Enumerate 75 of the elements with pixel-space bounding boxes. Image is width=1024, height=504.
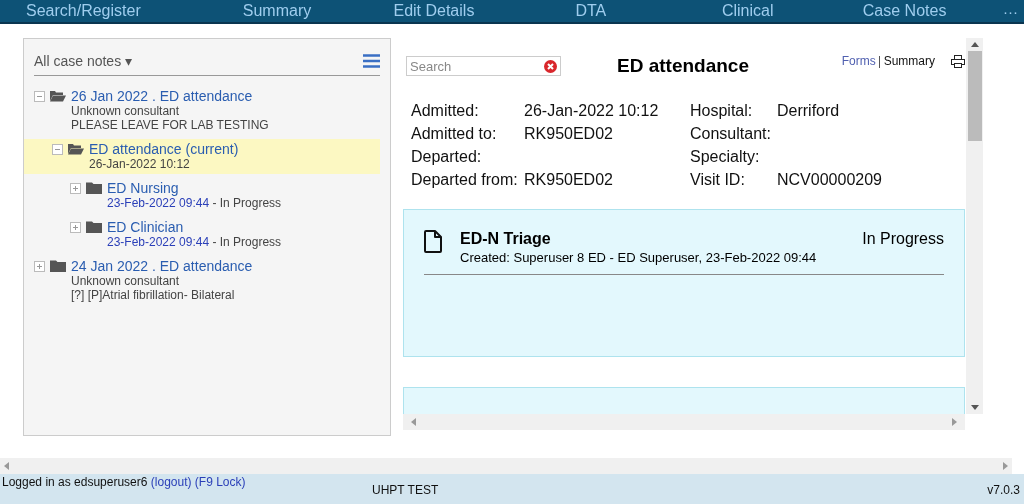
scroll-right-icon[interactable] bbox=[1003, 462, 1008, 470]
version-label: v7.0.3 bbox=[987, 484, 1020, 497]
tree-node[interactable]: ED Clinician 23-Feb-2022 09:44 - In Progress bbox=[70, 217, 380, 252]
filter-dropdown[interactable]: All case notes ▾ bbox=[34, 53, 133, 69]
tree-node[interactable]: ED Nursing 23-Feb-2022 09:44 - In Progress bbox=[70, 178, 380, 213]
environment-label: UHPT TEST bbox=[372, 484, 439, 497]
form-title: ED-N Triage bbox=[460, 230, 552, 248]
view-link[interactable]: Forms bbox=[841, 54, 876, 68]
field-label: Departed from: bbox=[411, 171, 519, 189]
nav-link[interactable]: Clinical bbox=[669, 2, 827, 20]
field-value: Derriford bbox=[777, 102, 841, 120]
form-status: In Progress bbox=[862, 230, 944, 248]
logout-link[interactable]: (logout) bbox=[150, 475, 192, 489]
tree-node[interactable]: ED attendance (current) 26-Jan-2022 10:12 bbox=[24, 139, 380, 174]
more-menu[interactable]: ··· bbox=[983, 2, 1024, 20]
field-value: RK950ED02 bbox=[524, 125, 614, 143]
vertical-scrollbar[interactable] bbox=[966, 38, 983, 414]
collapse-icon[interactable] bbox=[34, 91, 45, 102]
menu-icon[interactable] bbox=[363, 54, 380, 68]
expand-icon[interactable] bbox=[34, 261, 45, 272]
horizontal-scrollbar[interactable] bbox=[403, 414, 965, 430]
scroll-right-icon[interactable] bbox=[952, 418, 957, 426]
folder-icon bbox=[86, 182, 102, 194]
folder-icon bbox=[50, 260, 66, 272]
nav-link[interactable]: Summary bbox=[198, 2, 356, 20]
expand-icon[interactable] bbox=[70, 183, 81, 194]
nav-link[interactable]: Edit Details bbox=[355, 2, 513, 20]
scroll-down-icon[interactable] bbox=[970, 405, 979, 410]
clear-icon[interactable] bbox=[544, 60, 557, 73]
field-label: Admitted: bbox=[411, 102, 480, 120]
tree-node-title[interactable]: ED attendance (current) bbox=[89, 141, 239, 157]
tree-node[interactable]: 24 Jan 2022 . ED attendance Unknown consultant [?] [P]Atrial fibrillation- Bilateral bbox=[34, 256, 380, 305]
scroll-up-icon[interactable] bbox=[970, 42, 979, 47]
nav-link[interactable]: Search/Register bbox=[0, 2, 199, 20]
tree-node-title[interactable]: 24 Jan 2022 . ED attendance bbox=[71, 258, 253, 274]
lock-link[interactable]: (F9 Lock) bbox=[194, 475, 246, 489]
horizontal-scrollbar[interactable] bbox=[0, 458, 1012, 474]
scroll-left-icon[interactable] bbox=[411, 418, 416, 426]
login-text: Logged in as edsuperuser6 bbox=[2, 475, 148, 489]
tree-node[interactable]: 26 Jan 2022 . ED attendance Unknown consultant PLEASE LEAVE FOR LAB TESTING bbox=[34, 86, 380, 135]
expand-icon[interactable] bbox=[70, 222, 81, 233]
tree-node-title[interactable]: 26 Jan 2022 . ED attendance bbox=[71, 88, 269, 104]
field-value: RK950ED02 bbox=[524, 171, 614, 189]
tree-node-detail: 23-Feb-2022 09:44 - In Progress bbox=[107, 196, 282, 210]
field-label: Departed: bbox=[411, 148, 483, 166]
collapse-icon[interactable] bbox=[52, 144, 63, 155]
tree-node-detail: PLEASE LEAVE FOR LAB TESTING bbox=[71, 118, 269, 132]
page-title: ED attendance bbox=[617, 55, 750, 77]
scroll-left-icon[interactable] bbox=[4, 462, 9, 470]
field-label: Admitted to: bbox=[411, 125, 498, 143]
tree-node-detail: 23-Feb-2022 09:44 - In Progress bbox=[107, 235, 282, 249]
tree-node-title[interactable]: ED Clinician bbox=[107, 219, 282, 235]
tree-node-detail: Unknown consultant bbox=[71, 274, 181, 288]
field-label: Consultant: bbox=[690, 125, 772, 143]
tree-node-detail: 26-Jan-2022 10:12 bbox=[89, 157, 191, 171]
printer-icon[interactable] bbox=[951, 55, 965, 68]
tree-node-detail: [?] [P]Atrial fibrillation- Bilateral bbox=[71, 288, 236, 302]
nav-link[interactable]: Case Notes bbox=[826, 2, 984, 20]
view-link[interactable]: Summary bbox=[878, 56, 935, 68]
folder-icon bbox=[86, 221, 102, 233]
tree-node-detail: Unknown consultant bbox=[71, 104, 181, 118]
field-value: 26-Jan-2022 10:12 bbox=[524, 102, 660, 120]
folder-icon bbox=[68, 143, 84, 155]
search-field[interactable]: Search bbox=[406, 56, 561, 76]
form-created: Created: Superuser 8 ED - ED Superuser, 23-Feb-2022 09:44 bbox=[460, 250, 818, 265]
field-label: Specialty: bbox=[690, 148, 761, 166]
field-value: NCV00000209 bbox=[777, 171, 883, 189]
form-card[interactable]: ED-N Triage Created: Superuser 8 ED - ED Superuser, 23-Feb-2022 09:44 In Progress bbox=[403, 209, 965, 357]
folder-icon bbox=[50, 90, 66, 102]
field-label: Visit ID: bbox=[690, 171, 746, 189]
tree-node-title[interactable]: ED Nursing bbox=[107, 180, 282, 196]
document-icon bbox=[424, 230, 442, 253]
scrollbar-thumb[interactable] bbox=[967, 51, 982, 141]
nav-link[interactable]: DTA bbox=[512, 2, 670, 20]
field-label: Hospital: bbox=[690, 102, 754, 120]
